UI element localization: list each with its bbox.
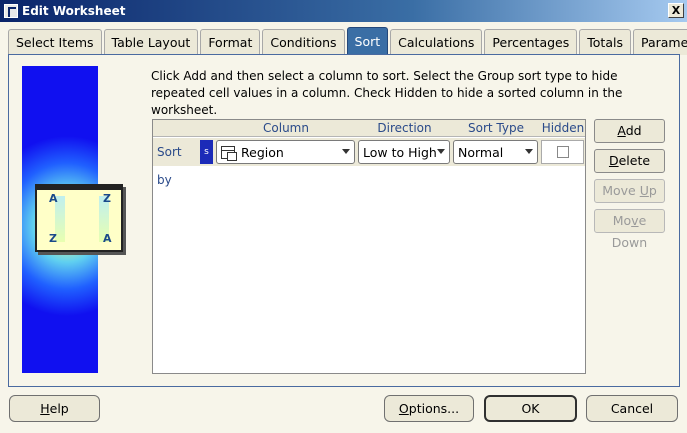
tab-parameters[interactable]: Parameters	[632, 29, 687, 55]
chevron-down-icon	[437, 149, 445, 154]
chevron-down-icon	[525, 149, 533, 154]
tab-strip: Select Items Table Layout Format Conditi…	[8, 27, 687, 55]
add-button[interactable]: Add	[594, 119, 665, 143]
sort-grid: Column Direction Sort Type Hidden Sort b…	[152, 119, 586, 374]
tab-sort[interactable]: Sort	[346, 27, 389, 55]
instructions-text: Click Add and then select a column to so…	[151, 69, 623, 117]
column-value: Region	[241, 144, 284, 160]
header-column[interactable]: Column	[216, 120, 356, 137]
help-button[interactable]: Help	[9, 395, 100, 422]
illustration-letter: Z	[49, 232, 57, 245]
direction-select[interactable]: Low to High	[358, 140, 450, 164]
window-title: Edit Worksheet	[22, 4, 126, 18]
tab-calculations[interactable]: Calculations	[390, 29, 483, 55]
table-icon	[221, 145, 237, 161]
illustration-letter: Z	[103, 192, 111, 205]
tab-percentages[interactable]: Percentages	[484, 29, 578, 55]
app-icon	[4, 4, 18, 18]
cancel-button[interactable]: Cancel	[586, 395, 678, 422]
sort-card-icon: A Z Z A	[35, 184, 123, 252]
ok-button[interactable]: OK	[484, 395, 577, 422]
title-bar: Edit Worksheet X	[0, 0, 687, 22]
sort-type-select[interactable]: Normal	[453, 140, 538, 164]
header-sort-type[interactable]: Sort Type	[453, 120, 539, 137]
row-selector[interactable]: s	[200, 140, 213, 164]
hidden-checkbox[interactable]	[557, 146, 569, 158]
tab-table-layout[interactable]: Table Layout	[103, 29, 199, 55]
sort-panel: A Z Z A Click Add and then select a colu…	[8, 54, 680, 387]
grid-header: Column Direction Sort Type Hidden	[153, 120, 585, 137]
tab-totals[interactable]: Totals	[579, 29, 631, 55]
tab-format[interactable]: Format	[200, 29, 261, 55]
row-label: Sort by	[157, 145, 182, 187]
tab-conditions[interactable]: Conditions	[262, 29, 345, 55]
sort-type-value: Normal	[458, 144, 504, 160]
tab-select-items[interactable]: Select Items	[8, 29, 102, 55]
direction-value: Low to High	[363, 144, 437, 160]
chevron-down-icon	[342, 149, 350, 154]
sort-row[interactable]: Sort by s Region Low to High Normal	[153, 138, 585, 187]
hidden-cell	[541, 140, 584, 164]
move-up-button[interactable]: Move Up	[594, 179, 665, 203]
close-button[interactable]: X	[668, 3, 684, 18]
column-select[interactable]: Region	[216, 140, 355, 164]
move-down-button[interactable]: Move Down	[594, 209, 665, 250]
header-hidden[interactable]: Hidden	[541, 120, 585, 137]
options-button[interactable]: Options...	[384, 395, 474, 422]
header-direction[interactable]: Direction	[358, 120, 451, 137]
illustration-letter: A	[103, 232, 112, 245]
delete-button[interactable]: Delete	[594, 149, 665, 173]
illustration-letter: A	[49, 192, 58, 205]
